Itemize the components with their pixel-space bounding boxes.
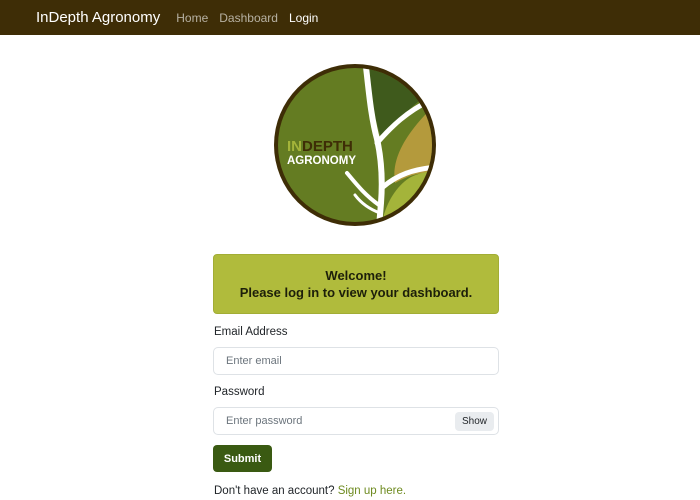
signup-prompt: Don't have an account? Sign up here. bbox=[214, 485, 406, 497]
nav-link-dashboard[interactable]: Dashboard bbox=[219, 11, 278, 25]
welcome-alert: Welcome! Please log in to view your dash… bbox=[213, 254, 499, 314]
navbar-brand[interactable]: InDepth Agronomy bbox=[36, 9, 160, 26]
submit-button[interactable]: Submit bbox=[213, 445, 272, 472]
nav-link-login[interactable]: Login bbox=[289, 11, 318, 25]
logo-text-line2: AGRONOMY bbox=[287, 155, 356, 167]
signup-text: Don't have an account? bbox=[214, 485, 335, 497]
logo-text-line1: INDEPTH bbox=[287, 138, 353, 155]
password-label: Password bbox=[214, 386, 265, 398]
nav-link-home[interactable]: Home bbox=[176, 11, 208, 25]
welcome-message: Please log in to view your dashboard. bbox=[239, 285, 473, 300]
password-placeholder: Enter password bbox=[226, 415, 303, 427]
show-password-button[interactable]: Show bbox=[454, 412, 494, 431]
signup-link[interactable]: Sign up here. bbox=[338, 485, 406, 497]
password-input[interactable]: Enter password Show bbox=[213, 407, 499, 435]
navbar: InDepth Agronomy Home Dashboard Login bbox=[0, 0, 700, 35]
indepth-agronomy-logo: INDEPTH AGRONOMY bbox=[274, 64, 436, 226]
email-input[interactable]: Enter email bbox=[213, 347, 499, 375]
email-label: Email Address bbox=[214, 326, 288, 338]
welcome-title: Welcome! bbox=[325, 268, 387, 283]
